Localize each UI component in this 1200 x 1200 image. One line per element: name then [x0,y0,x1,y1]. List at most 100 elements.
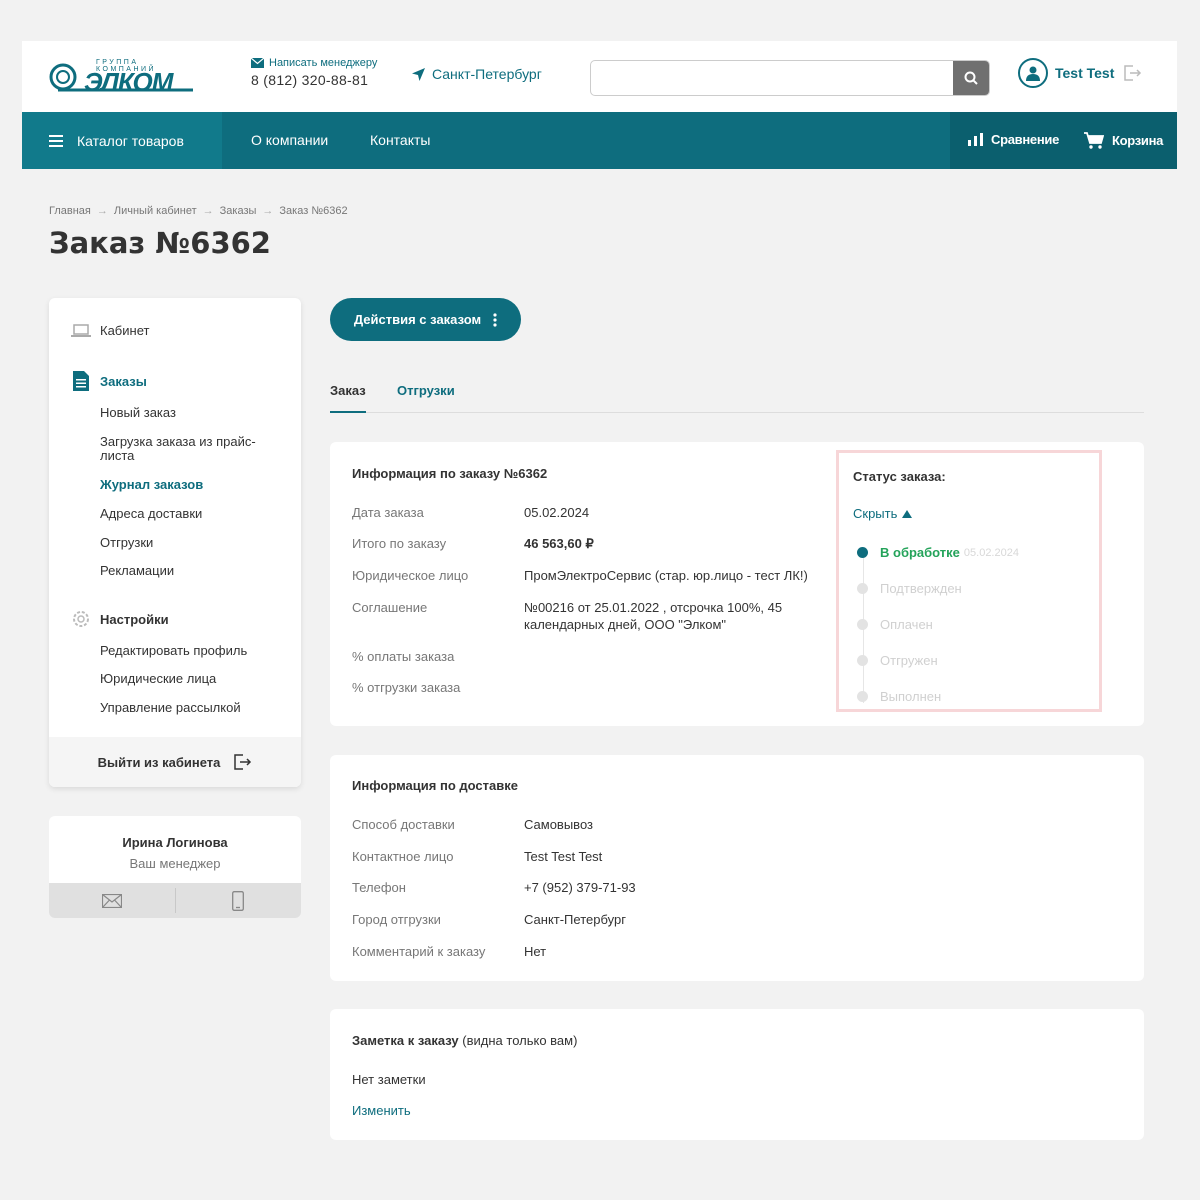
order-date-label: Дата заказа [352,505,424,520]
status-hide-toggle[interactable]: Скрыть [853,506,913,521]
logout-icon [234,754,252,770]
breadcrumb-arrow-icon: → [96,205,108,217]
user-name: Test Test [1055,65,1115,81]
delivery-method-label: Способ доставки [352,817,455,832]
breadcrumb: Главная → Личный кабинет → Заказы → Зака… [49,205,348,217]
logout-icon[interactable] [1124,65,1142,85]
user-avatar-icon [1018,58,1048,88]
order-tabs: Заказ Отгрузки [330,380,1144,413]
status-dot-icon [857,691,868,702]
sidebar: Кабинет Заказы Новый заказ Загрузка зака… [49,298,301,787]
page-title: Заказ №6362 [49,226,271,260]
order-note-title: Заметка к заказу (видна только вам) [352,1033,577,1048]
logout-button[interactable]: Выйти из кабинета [49,737,301,787]
nav-contacts[interactable]: Контакты [370,132,430,148]
manager-name: Ирина Логинова [122,835,228,850]
manager-phone-button[interactable] [176,883,302,918]
breadcrumb-orders[interactable]: Заказы [220,205,257,217]
sidebar-item-mailing[interactable]: Управление рассылкой [100,701,280,715]
order-info-card: Информация по заказу №6362 Дата заказа 0… [330,442,1144,726]
main-nav: Каталог товаров О компании Контакты Срав… [22,112,1177,169]
delivery-phone-value: +7 (952) 379-71-93 [524,880,636,895]
edit-note-link[interactable]: Изменить [352,1103,411,1118]
gear-icon [71,609,91,629]
logout-label: Выйти из кабинета [97,754,221,770]
breadcrumb-arrow-icon: → [202,205,214,217]
city-label: Санкт-Петербург [432,66,542,82]
tab-shipments[interactable]: Отгрузки [397,383,455,413]
compare-button[interactable]: Сравнение [968,132,1059,147]
search-button[interactable] [953,61,989,95]
order-total-label: Итого по заказу [352,536,447,551]
order-info-title: Информация по заказу №6362 [352,466,548,481]
agreement-label: Соглашение [352,600,428,615]
vertical-dots-icon [493,312,497,327]
order-actions-button[interactable]: Действия с заказом [330,298,521,341]
search-bar [590,60,990,96]
shipment-city-label: Город отгрузки [352,912,441,927]
sidebar-item-delivery-addresses[interactable]: Адреса доставки [100,507,280,521]
sidebar-item-order-journal[interactable]: Журнал заказов [100,478,280,492]
envelope-icon [251,58,264,68]
delivery-info-card: Информация по доставке Способ доставки С… [330,755,1144,981]
order-note-card: Заметка к заказу (видна только вам) Нет … [330,1009,1144,1140]
manager-contact-bar [49,883,301,918]
shipment-city-value: Санкт-Петербург [524,912,626,927]
cart-button[interactable]: Корзина [1084,132,1163,149]
mobile-phone-icon [232,890,245,911]
contact-person-label: Контактное лицо [352,849,454,864]
sidebar-item-shipments[interactable]: Отгрузки [100,536,280,550]
catalog-button[interactable]: Каталог товаров [22,112,222,169]
manager-email-button[interactable] [49,883,175,918]
status-step-shipped: Отгружен [857,653,938,668]
site-header: ГРУППА КОМПАНИЙ ЭЛКОМ Написать менеджеру… [22,41,1177,112]
envelope-icon [101,893,122,908]
breadcrumb-home[interactable]: Главная [49,205,91,217]
write-manager-link[interactable]: Написать менеджеру [251,57,377,69]
city-selector[interactable]: Санкт-Петербург [412,66,542,82]
sidebar-orders-label: Заказы [100,373,147,389]
order-status-panel: Статус заказа: Скрыть В обработке 05.02.… [836,450,1102,712]
tab-order[interactable]: Заказ [330,383,366,413]
status-step-label: Отгружен [880,653,938,668]
logo-text: ЭЛКОМ [84,67,173,97]
order-actions-label: Действия с заказом [353,312,482,327]
order-note-title-bold: Заметка к заказу [352,1033,459,1048]
cart-label: Корзина [1112,133,1164,148]
search-icon [964,71,978,85]
order-status-title: Статус заказа: [853,469,946,484]
order-comment-value: Нет [524,944,547,959]
user-account[interactable]: Test Test [1018,58,1114,88]
contact-person-value: Test Test Test [524,849,603,864]
status-step-processing: В обработке 05.02.2024 [857,545,1019,560]
status-toggle-label: Скрыть [853,506,898,521]
sidebar-item-new-order[interactable]: Новый заказ [100,406,280,420]
compare-label: Сравнение [991,132,1060,147]
legal-entity-value: ПромЭлектроСервис (стар. юр.лицо - тест … [524,568,808,583]
sidebar-item-upload-price[interactable]: Загрузка заказа из прайс-листа [100,435,280,463]
phone-number[interactable]: 8 (812) 320-88-81 [251,72,377,88]
nav-right-panel: Сравнение Корзина [950,112,1177,169]
sidebar-item-cabinet[interactable]: Кабинет [71,323,149,338]
order-total-value: 46 563,60 ₽ [524,536,594,551]
sidebar-item-orders[interactable]: Заказы [71,371,147,391]
cart-icon [1084,132,1104,149]
status-step-paid: Оплачен [857,617,933,632]
breadcrumb-cabinet[interactable]: Личный кабинет [114,205,197,217]
nav-about[interactable]: О компании [251,132,328,148]
status-step-confirmed: Подтвержден [857,581,962,596]
elcom-logo[interactable]: ГРУППА КОМПАНИЙ ЭЛКОМ [48,59,198,97]
breadcrumb-current: Заказ №6362 [279,205,348,217]
sidebar-item-settings[interactable]: Настройки [71,609,169,629]
status-dot-icon [857,655,868,666]
sidebar-item-claims[interactable]: Рекламации [100,564,280,578]
breadcrumb-arrow-icon: → [262,205,274,217]
agreement-value: №00216 от 25.01.2022 , отсрочка 100%, 45… [524,600,783,632]
search-input[interactable] [591,61,953,95]
shipment-percent-label: % отгрузки заказа [352,680,461,695]
manager-role: Ваш менеджер [129,856,221,871]
sidebar-item-edit-profile[interactable]: Редактировать профиль [100,644,280,658]
manager-card: Ирина Логинова Ваш менеджер [49,816,301,918]
sidebar-item-legal-entities[interactable]: Юридические лица [100,672,280,686]
payment-percent-label: % оплаты заказа [352,649,455,664]
